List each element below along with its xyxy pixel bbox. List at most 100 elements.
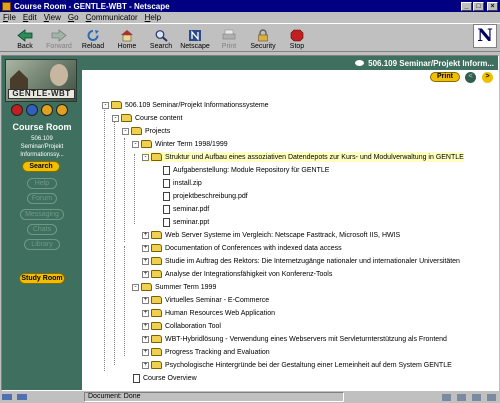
search-button-sidebar[interactable]: Search [22,161,60,172]
home-icon [121,30,133,42]
tree-project[interactable]: + Virtuelles Seminar - E-Commerce [142,295,269,305]
security-button[interactable]: Security [246,24,280,51]
prev-arrow-icon[interactable]: < [465,72,476,83]
maximize-icon[interactable]: □ [473,1,484,11]
user-icon[interactable] [26,104,38,116]
collapse-icon[interactable]: - [122,127,129,135]
collapse-icon[interactable]: - [102,101,109,109]
home-nav-icon[interactable] [56,104,68,116]
portrait-image [50,64,68,86]
tree-winter-term[interactable]: - Winter Term 1998/1999 [132,139,228,149]
tree-root[interactable]: - 506.109 Seminar/Projekt Informationssy… [102,100,269,110]
netscape-icon [189,30,201,41]
tree-project[interactable]: + Psychologische Hintergründe bei der Ge… [142,360,452,370]
menu-help[interactable]: Help [145,13,161,22]
tree-file[interactable]: projektbeschreibung.pdf [154,191,248,201]
navigator-icon[interactable] [442,393,451,401]
next-arrow-icon[interactable]: > [482,72,493,83]
help-button[interactable]: Help [27,178,57,189]
tree-project[interactable]: + Web Server Systeme im Vergleich: Netsc… [142,230,400,240]
course-tree: - 506.109 Seminar/Projekt Informationssy… [82,86,498,390]
folder-icon [151,270,162,278]
folder-icon [151,348,162,356]
expand-icon[interactable]: + [142,244,149,252]
library-button[interactable]: Library [24,239,60,250]
menu-go[interactable]: Go [68,13,79,22]
tree-project[interactable]: + WBT-Hybridlösung - Verwendung eines We… [142,334,447,344]
sidebar-subtitle: 506.109 Seminar/Projekt Informationssy..… [20,136,64,158]
tree-course-content[interactable]: - Course content [112,113,182,123]
connection-icon [2,394,12,400]
netscape-throbber-icon[interactable]: N [473,24,497,48]
reload-button[interactable]: Reload [76,24,110,51]
status-bar: Document: Done [0,391,500,403]
back-button[interactable]: Back [8,24,42,51]
collapse-icon[interactable]: - [112,114,119,122]
print-toolbar-button[interactable]: Print [212,24,246,51]
folder-open-icon [111,101,122,109]
tree-project[interactable]: + Analyse der Integrationsfähigkeit von … [142,269,332,279]
folder-icon [151,257,162,265]
netscape-button[interactable]: Netscape [178,24,212,51]
expand-icon[interactable]: + [142,322,149,330]
messaging-button[interactable]: Messaging [20,209,64,220]
tree-file[interactable]: seminar.pdf [154,204,209,214]
chats-button[interactable]: Chats [27,224,57,235]
document-icon [163,204,170,214]
tree-project[interactable]: + Progress Tracking and Evaluation [142,347,270,357]
menu-view[interactable]: View [44,13,61,22]
tree-highlighted-project[interactable]: - Struktur und Aufbau eines assoziativen… [142,152,464,162]
sidebar-title: Course Room [12,122,72,132]
close-icon[interactable]: × [487,1,498,11]
folder-icon[interactable] [41,104,53,116]
mail-icon[interactable] [457,393,466,401]
composer-icon[interactable] [472,393,481,401]
document-icon [133,373,140,383]
tree-file[interactable]: seminar.ppt [154,217,209,227]
conference-icon[interactable] [487,393,496,401]
home-button[interactable]: Home [110,24,144,51]
tree-summer-term[interactable]: - Summer Term 1999 [132,282,216,292]
forum-button[interactable]: Forum [27,193,57,204]
reload-icon [87,30,99,41]
expand-icon[interactable]: + [142,309,149,317]
expand-icon[interactable]: + [142,257,149,265]
sidebar-nav-icons [11,104,71,116]
search-button[interactable]: Search [144,24,178,51]
menu-file[interactable]: File [3,13,16,22]
tree-project[interactable]: + Documentation of Conferences with inde… [142,243,342,253]
stop-button[interactable]: Stop [280,24,314,51]
expand-icon[interactable]: + [142,348,149,356]
expand-icon[interactable]: + [142,296,149,304]
course-title: 506.109 Seminar/Projekt Inform... [368,58,494,68]
menu-communicator[interactable]: Communicator [86,13,138,22]
tree-file[interactable]: install.zip [154,178,202,188]
tree-projects[interactable]: - Projects [122,126,170,136]
tree-project[interactable]: + Human Resources Web Application [142,308,275,318]
expand-icon[interactable]: + [142,335,149,343]
expand-icon[interactable]: + [142,361,149,369]
lock-icon [258,29,268,42]
flag-icon[interactable] [11,104,23,116]
back-arrow-icon [17,29,33,42]
expand-icon[interactable]: + [142,270,149,278]
collapse-icon[interactable]: - [132,140,139,148]
window-title: Course Room - GENTLE-WBT - Netscape [14,1,170,11]
tree-course-overview[interactable]: Course Overview [124,373,197,383]
window-titlebar: Course Room - GENTLE-WBT - Netscape _ □ … [0,0,500,12]
minimize-icon[interactable]: _ [461,1,472,11]
tree-file[interactable]: Aufgabenstellung: Module Repository für … [154,165,329,175]
print-button[interactable]: Print [430,72,460,82]
tree-project[interactable]: + Collaboration Tool [142,321,221,331]
forward-button[interactable]: Forward [42,24,76,51]
menu-edit[interactable]: Edit [23,13,37,22]
collapse-icon[interactable]: - [132,283,139,291]
stop-icon [290,29,304,42]
tree-project[interactable]: + Studie im Auftrag des Rektors: Die Int… [142,256,460,266]
folder-open-icon [141,140,152,148]
eye-icon [355,60,365,66]
online-icon [17,394,27,400]
collapse-icon[interactable]: - [142,153,149,161]
study-room-button[interactable]: Study Room [19,273,65,284]
expand-icon[interactable]: + [142,231,149,239]
